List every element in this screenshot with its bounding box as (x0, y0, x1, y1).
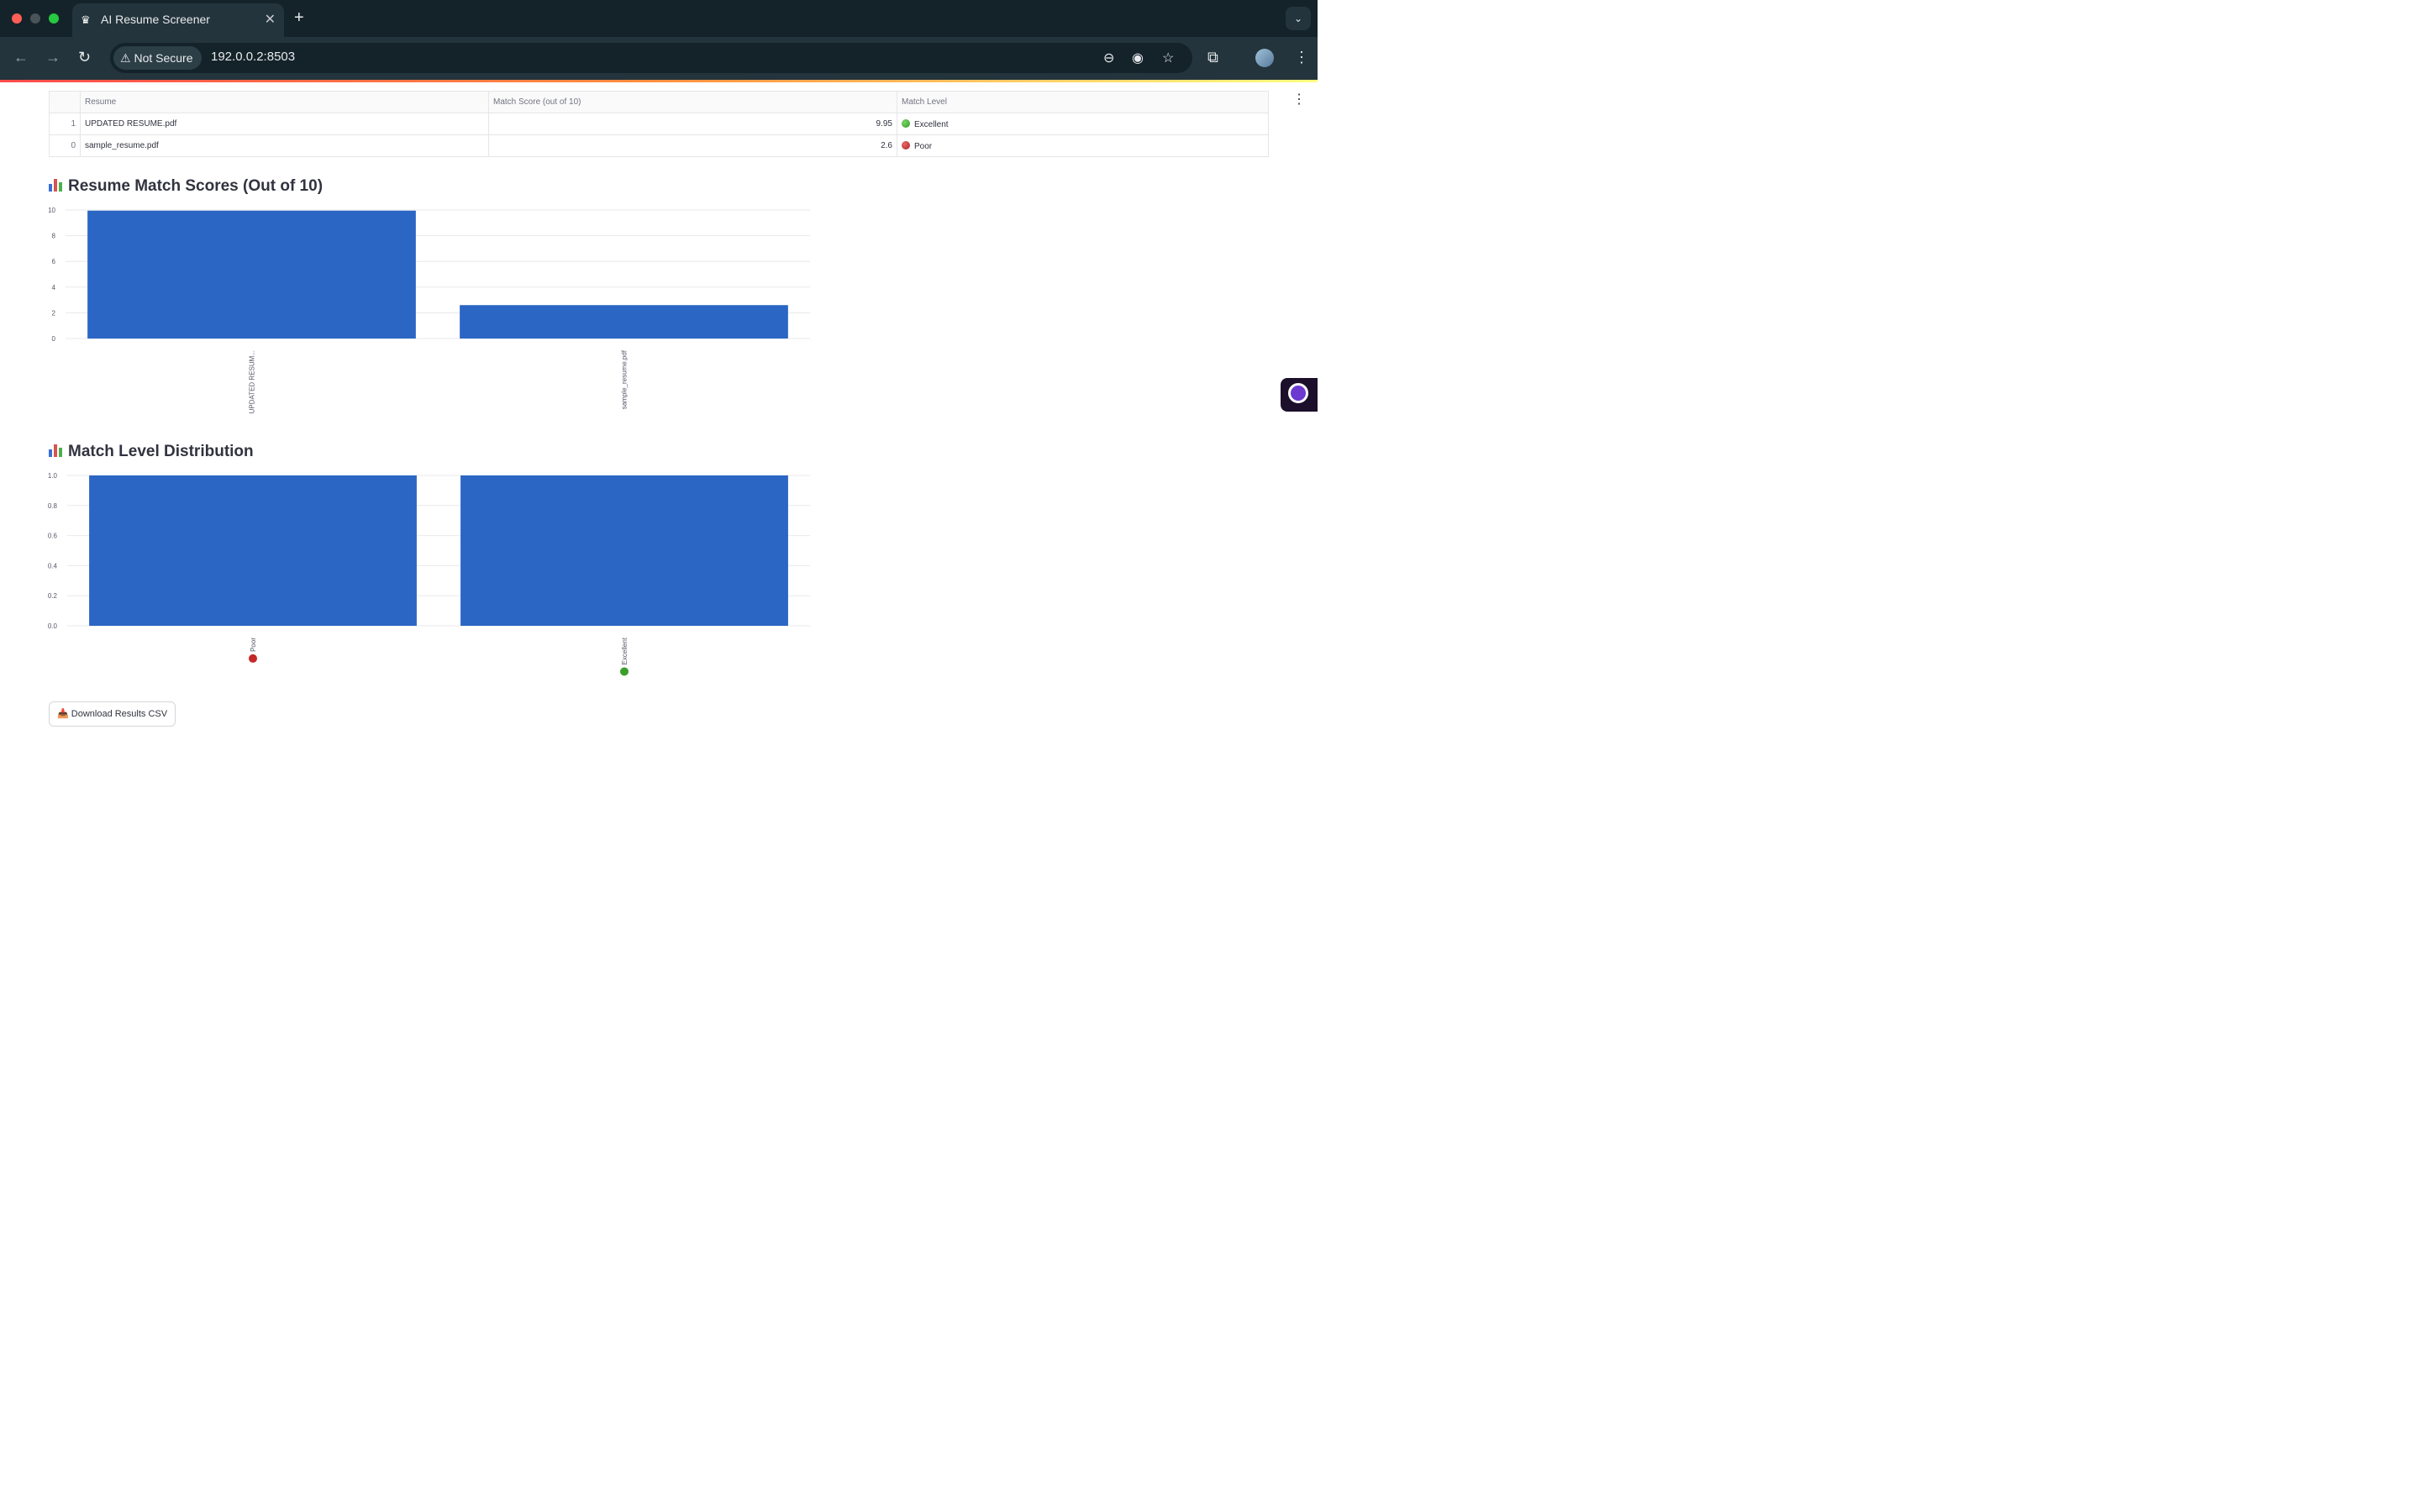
bookmark-star-icon[interactable]: ☆ (1162, 50, 1174, 66)
minimize-window-button[interactable] (30, 13, 40, 24)
resume-cell[interactable]: sample_resume.pdf (80, 134, 489, 157)
browser-menu-icon[interactable]: ⋮ (1294, 49, 1309, 66)
inbox-tray-icon: 📥 (57, 709, 69, 719)
bar-chart-icon (49, 444, 64, 457)
zoom-out-icon[interactable]: ⊖ (1103, 50, 1114, 66)
scores-bar-chart: 0 2 4 6 8 10 UPDATED RESUM... sample_resume.pdf (48, 207, 810, 413)
maximize-window-button[interactable] (49, 13, 59, 24)
red-circle-icon (902, 140, 910, 150)
forward-arrow-icon[interactable]: → (45, 49, 60, 66)
browser-tab[interactable]: ♛ AI Resume Screener ✕ (72, 3, 284, 37)
chart-bar[interactable] (89, 475, 417, 626)
green-circle-icon (620, 667, 629, 676)
y-tick-label: 0.0 (48, 622, 58, 630)
y-tick-label: 8 (52, 233, 56, 240)
y-tick-label: 6 (52, 258, 56, 265)
distribution-title-text: Match Level Distribution (68, 443, 254, 460)
y-tick-label: 0.2 (48, 592, 58, 600)
chart-bar[interactable] (460, 475, 788, 626)
chart-bar[interactable] (87, 210, 416, 339)
y-tick-label: 1.0 (48, 472, 58, 480)
download-csv-button[interactable]: 📥 Download Results CSV (49, 701, 176, 727)
level-text: Excellent (914, 119, 949, 129)
back-arrow-icon[interactable]: ← (13, 49, 29, 66)
resume-cell[interactable]: UPDATED RESUME.pdf (80, 113, 489, 135)
tab-search-chevron-icon[interactable]: ⌄ (1286, 7, 1311, 30)
y-tick-label: 0.8 (48, 502, 58, 510)
red-circle-icon (249, 654, 257, 663)
tab-title: AI Resume Screener (101, 13, 210, 26)
column-header-score[interactable]: Match Score (out of 10) (488, 91, 897, 113)
bar-chart-icon (49, 178, 64, 192)
x-tick-label: Poor (250, 638, 257, 652)
table-header-row: Resume Match Score (out of 10) Match Lev… (49, 91, 1269, 113)
address-bar[interactable]: ⚠ Not Secure 192.0.0.2:8503 ⊖ ◉ ☆ (110, 43, 1192, 73)
chart-bar[interactable] (460, 305, 788, 339)
profile-avatar[interactable] (1255, 49, 1274, 67)
column-header-resume[interactable]: Resume (80, 91, 489, 113)
app-header-decoration (0, 80, 1318, 82)
table-row[interactable]: 0 sample_resume.pdf 2.6 Poor (49, 134, 1269, 157)
row-index: 1 (49, 113, 81, 135)
new-tab-icon[interactable]: + (294, 8, 304, 28)
scores-title-text: Resume Match Scores (Out of 10) (68, 177, 324, 195)
column-header-level[interactable]: Match Level (897, 91, 1269, 113)
table-row[interactable]: 1 UPDATED RESUME.pdf 9.95 Excellent (49, 113, 1269, 135)
app-menu-icon[interactable]: ⋮ (1292, 91, 1306, 108)
green-circle-icon (902, 118, 910, 128)
x-tick-label: UPDATED RESUM... (249, 350, 256, 413)
index-header (49, 91, 81, 113)
row-index: 0 (49, 134, 81, 157)
extensions-puzzle-icon[interactable]: ⧉ (1207, 49, 1218, 66)
y-tick-label: 4 (52, 284, 56, 291)
results-table: Resume Match Score (out of 10) Match Lev… (49, 91, 1269, 157)
close-window-button[interactable] (12, 13, 22, 24)
crown-icon: ♛ (81, 13, 91, 26)
y-tick-label: 10 (48, 207, 55, 214)
close-tab-icon[interactable]: ✕ (265, 11, 276, 28)
security-label: Not Secure (134, 51, 193, 65)
distribution-bar-chart: 0.0 0.2 0.4 0.6 0.8 1.0 Poor Excellent (48, 472, 810, 676)
level-cell[interactable]: Poor (897, 134, 1269, 157)
x-tick-label: Excellent (621, 637, 629, 664)
distribution-section-title: Match Level Distribution (49, 443, 254, 461)
score-cell[interactable]: 2.6 (488, 134, 897, 157)
warning-icon: ⚠ (120, 51, 131, 65)
security-indicator[interactable]: ⚠ Not Secure (113, 46, 202, 70)
reload-icon[interactable]: ↻ (78, 49, 91, 66)
assistant-widget[interactable] (1281, 378, 1318, 412)
level-cell[interactable]: Excellent (897, 113, 1269, 135)
url-text[interactable]: 192.0.0.2:8503 (211, 50, 295, 64)
level-text: Poor (914, 141, 933, 151)
y-tick-label: 0 (52, 335, 56, 343)
eye-icon[interactable]: ◉ (1132, 50, 1144, 66)
y-tick-label: 2 (52, 309, 56, 317)
score-cell[interactable]: 9.95 (488, 113, 897, 135)
y-tick-label: 0.4 (48, 562, 58, 570)
y-tick-label: 0.6 (48, 533, 58, 540)
scores-section-title: Resume Match Scores (Out of 10) (49, 177, 323, 196)
assistant-logo-icon (1288, 383, 1308, 403)
browser-toolbar: ← → ↻ ⚠ Not Secure 192.0.0.2:8503 ⊖ ◉ ☆ … (0, 37, 1318, 80)
download-button-label: Download Results CSV (71, 709, 168, 719)
browser-titlebar: ♛ AI Resume Screener ✕ + ⌄ (0, 0, 1318, 37)
x-tick-label: sample_resume.pdf (621, 349, 629, 409)
